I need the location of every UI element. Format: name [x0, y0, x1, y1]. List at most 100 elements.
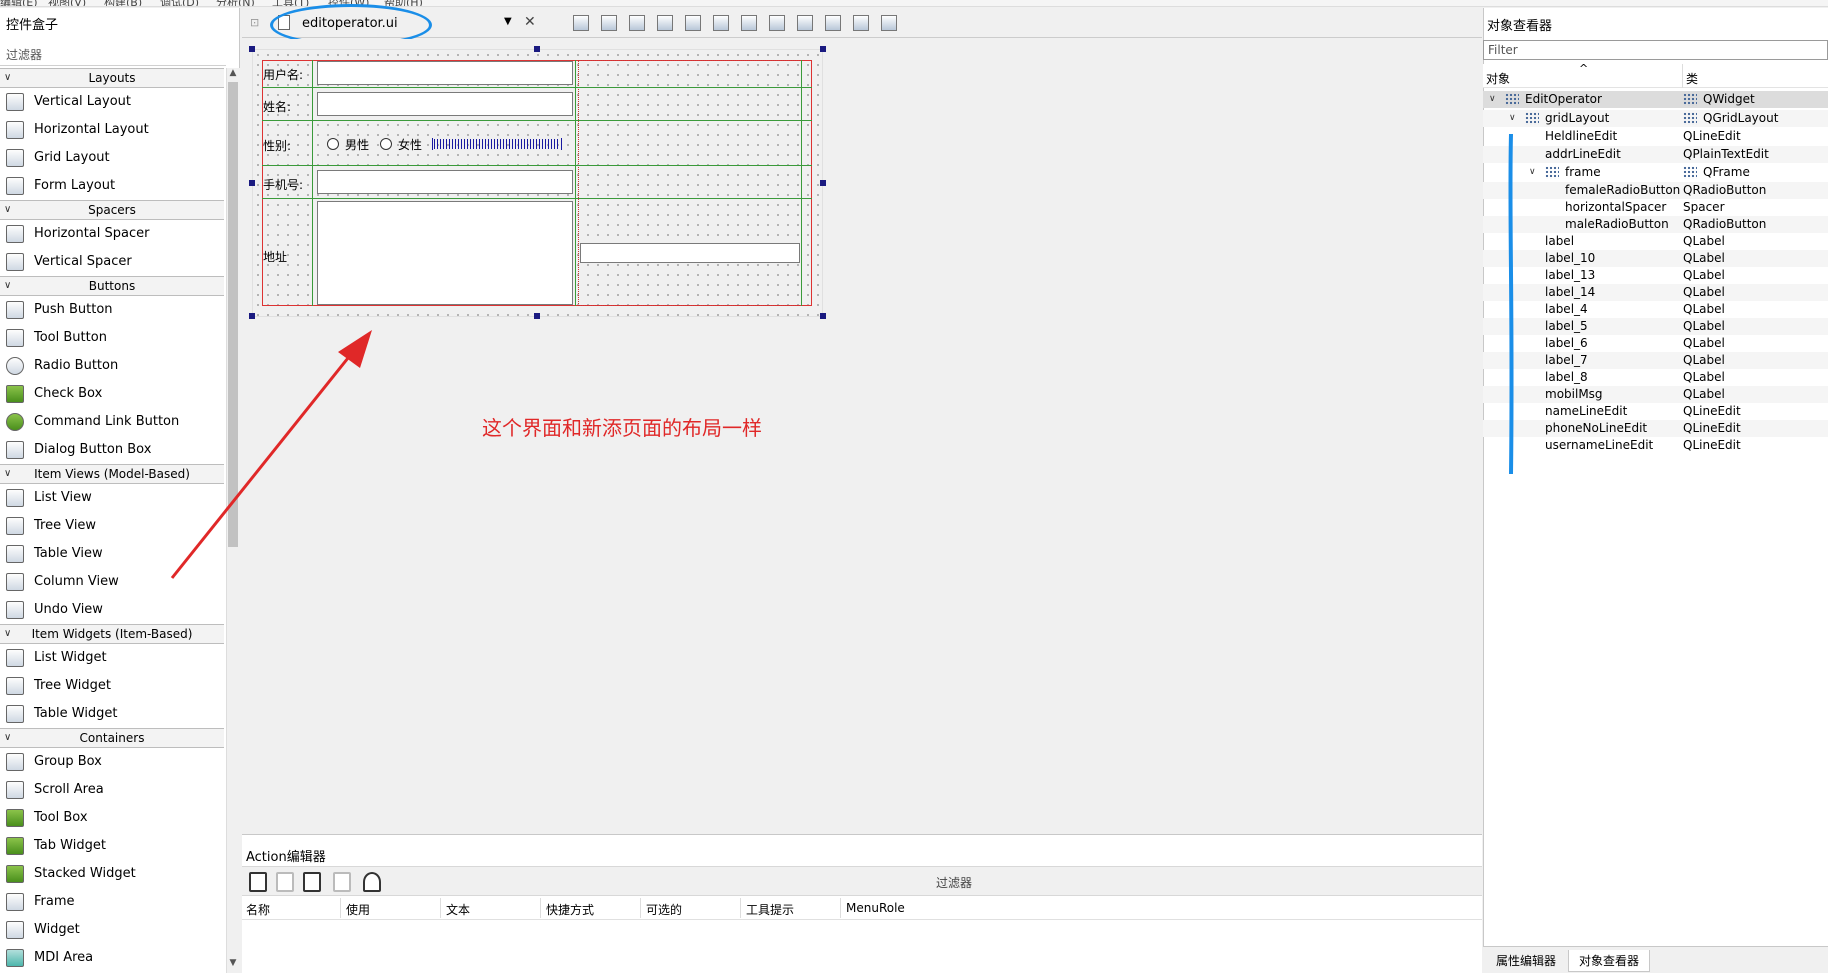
widget-category-header[interactable]: ∨ Layouts	[0, 68, 224, 88]
resize-handle[interactable]	[534, 46, 540, 52]
widget-box-filter-input[interactable]: 过滤器	[0, 42, 226, 66]
column-header[interactable]: 可选的	[646, 901, 682, 918]
object-tree-row[interactable]: femaleRadioButton QRadioButton	[1483, 182, 1828, 199]
edit-signals-slots-icon[interactable]	[601, 15, 617, 31]
object-tree-row[interactable]: label_14 QLabel	[1483, 284, 1828, 301]
widget-item[interactable]: Horizontal Layout	[0, 116, 224, 144]
object-tree-row[interactable]: HeldlineEdit QLineEdit	[1483, 128, 1828, 145]
resize-handle[interactable]	[820, 180, 826, 186]
lay-out-grid-icon[interactable]	[825, 15, 841, 31]
object-tree-row[interactable]: nameLineEdit QLineEdit	[1483, 403, 1828, 420]
address-plain-text-edit[interactable]	[317, 201, 573, 305]
break-layout-icon[interactable]	[853, 15, 869, 31]
chevron-down-icon[interactable]: ∨	[4, 465, 11, 483]
object-tree-row[interactable]: phoneNoLineEdit QLineEdit	[1483, 420, 1828, 437]
widget-item[interactable]: Tree Widget	[0, 672, 224, 700]
widget-item[interactable]: Scroll Area	[0, 776, 224, 804]
object-tree-row[interactable]: label_10 QLabel	[1483, 250, 1828, 267]
close-icon[interactable]: ✕	[524, 14, 536, 30]
widget-category-header[interactable]: ∨ Buttons	[0, 276, 224, 296]
lay-out-vertical-splitter-icon[interactable]	[769, 15, 785, 31]
widget-item[interactable]: Tool Box	[0, 804, 224, 832]
object-tree-row[interactable]: maleRadioButton QRadioButton	[1483, 216, 1828, 233]
chevron-down-icon[interactable]: ∨	[4, 277, 11, 295]
menu-item[interactable]: 工具(T)	[272, 0, 309, 6]
column-header-class[interactable]: 类	[1686, 70, 1698, 87]
copy-icon[interactable]	[276, 872, 294, 892]
chevron-down-icon[interactable]: ▼	[504, 16, 512, 27]
female-radio-button[interactable]	[380, 138, 392, 150]
widget-category-header[interactable]: ∨ Item Widgets (Item-Based)	[0, 624, 224, 644]
menu-item[interactable]: 构建(B)	[104, 0, 142, 6]
resize-handle[interactable]	[534, 313, 540, 319]
widget-item[interactable]: Stacked Widget	[0, 860, 224, 888]
name-line-edit[interactable]	[317, 92, 573, 116]
phone-line-edit[interactable]	[317, 170, 573, 194]
object-tree-row[interactable]: ∨ frame QFrame	[1483, 164, 1828, 181]
resize-handle[interactable]	[249, 313, 255, 319]
scroll-up-arrow-icon[interactable]: ▲	[226, 68, 240, 82]
chevron-down-icon[interactable]: ∨	[4, 201, 11, 219]
expand-chevron-icon[interactable]: ∨	[1529, 164, 1536, 181]
edit-widgets-icon[interactable]	[573, 15, 589, 31]
adjust-size-icon[interactable]	[881, 15, 897, 31]
widget-item[interactable]: Frame	[0, 888, 224, 916]
object-tree-row[interactable]: label_5 QLabel	[1483, 318, 1828, 335]
widget-item[interactable]: Horizontal Spacer	[0, 220, 224, 248]
widget-category-header[interactable]: ∨ Containers	[0, 728, 224, 748]
lay-out-form-icon[interactable]	[797, 15, 813, 31]
column-header[interactable]: 快捷方式	[546, 901, 594, 918]
expand-chevron-icon[interactable]: ∨	[1509, 110, 1516, 127]
widget-item[interactable]: Form Layout	[0, 172, 224, 200]
object-tree-row[interactable]: label_7 QLabel	[1483, 352, 1828, 369]
menu-item[interactable]: 分析(N)	[216, 0, 255, 6]
widget-item[interactable]: Vertical Spacer	[0, 248, 224, 276]
configure-wrench-icon[interactable]	[363, 872, 381, 892]
widget-category-header[interactable]: ∨ Spacers	[0, 200, 224, 220]
menu-item[interactable]: 视图(V)	[48, 0, 86, 6]
menu-item[interactable]: 编辑(E)	[0, 0, 38, 6]
object-filter-input[interactable]: Filter	[1483, 40, 1828, 60]
widget-item[interactable]: Table Widget	[0, 700, 224, 728]
column-header[interactable]: 文本	[446, 901, 470, 918]
object-tree-row[interactable]: label_8 QLabel	[1483, 369, 1828, 386]
tab-object-inspector[interactable]: 对象查看器	[1568, 950, 1651, 972]
object-tree-row[interactable]: usernameLineEdit QLineEdit	[1483, 437, 1828, 454]
object-tree-row[interactable]: ∨ gridLayout QGridLayout	[1483, 110, 1828, 127]
widget-item[interactable]: Grid Layout	[0, 144, 224, 172]
chevron-down-icon[interactable]: ∨	[4, 729, 11, 747]
object-tree-row[interactable]: ∨ EditOperator QWidget	[1483, 91, 1828, 108]
widget-item[interactable]: Push Button	[0, 296, 224, 324]
edit-buddies-icon[interactable]	[629, 15, 645, 31]
male-radio-button[interactable]	[327, 138, 339, 150]
column-header[interactable]: 名称	[246, 901, 270, 918]
object-tree-row[interactable]: mobilMsg QLabel	[1483, 386, 1828, 403]
object-tree-row[interactable]: label_4 QLabel	[1483, 301, 1828, 318]
resize-handle[interactable]	[820, 46, 826, 52]
menu-item[interactable]: 调试(D)	[160, 0, 199, 6]
headline-line-edit[interactable]	[580, 243, 800, 263]
widget-item[interactable]: Group Box	[0, 748, 224, 776]
chevron-down-icon[interactable]: ∨	[4, 69, 11, 87]
widget-item[interactable]: Tab Widget	[0, 832, 224, 860]
delete-icon[interactable]	[333, 872, 351, 892]
paste-icon[interactable]	[303, 872, 321, 892]
object-tree-row[interactable]: addrLineEdit QPlainTextEdit	[1483, 146, 1828, 163]
widget-item[interactable]: Undo View	[0, 596, 224, 624]
column-header[interactable]: 工具提示	[746, 901, 794, 918]
lay-out-vertically-icon[interactable]	[713, 15, 729, 31]
scroll-down-arrow-icon[interactable]: ▼	[226, 958, 240, 972]
lay-out-horizontal-splitter-icon[interactable]	[741, 15, 757, 31]
column-header[interactable]: MenuRole	[846, 901, 905, 915]
column-header-object[interactable]: 对象	[1486, 70, 1510, 87]
object-tree-row[interactable]: label_6 QLabel	[1483, 335, 1828, 352]
widget-item[interactable]: Widget	[0, 916, 224, 944]
edit-tab-order-icon[interactable]	[657, 15, 673, 31]
object-tree-row[interactable]: label QLabel	[1483, 233, 1828, 250]
object-tree-row[interactable]: label_13 QLabel	[1483, 267, 1828, 284]
resize-handle[interactable]	[820, 313, 826, 319]
widget-item[interactable]: List Widget	[0, 644, 224, 672]
object-tree-row[interactable]: horizontalSpacer Spacer	[1483, 199, 1828, 216]
widget-item[interactable]: MDI Area	[0, 944, 224, 972]
resize-handle[interactable]	[249, 46, 255, 52]
